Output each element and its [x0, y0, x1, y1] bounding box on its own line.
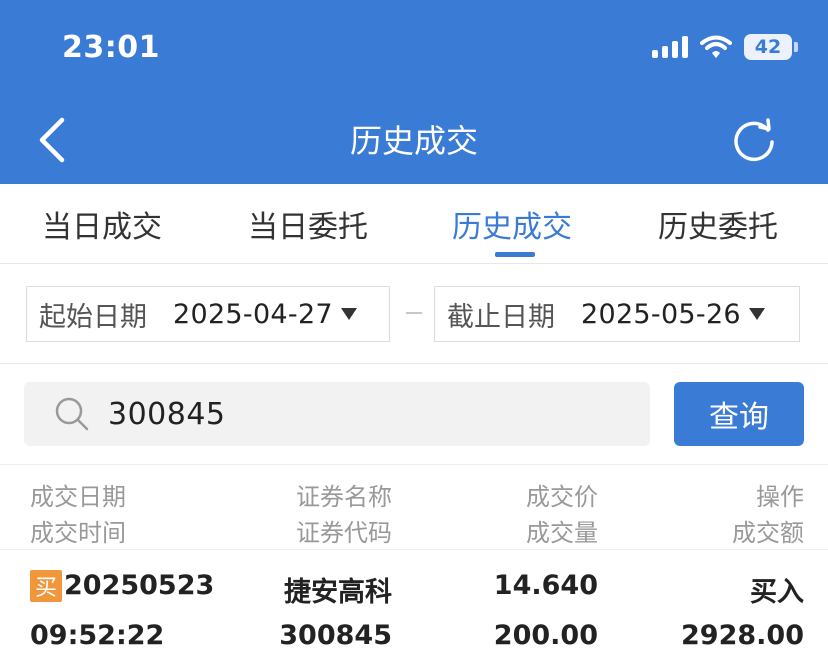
tab-history-trades[interactable]: 历史成交 [452, 202, 572, 246]
end-date-picker[interactable]: 截止日期 2025-05-26 [434, 286, 800, 342]
search-icon [55, 397, 89, 431]
start-date-picker[interactable]: 起始日期 2025-04-27 [26, 286, 390, 342]
start-date-value: 2025-04-27 [173, 298, 333, 330]
trade-price: 14.640 [493, 570, 598, 601]
table-row[interactable]: 20250523 09:52:22 捷安高科 300845 14.640 200… [0, 550, 828, 669]
security-code: 300845 [279, 620, 392, 651]
search-input[interactable]: 300845 [24, 382, 650, 446]
header-trade-price: 成交价 [526, 483, 598, 511]
buy-badge: 买 [30, 570, 62, 602]
status-time: 23:01 [62, 30, 160, 65]
header-trade-time: 成交时间 [30, 519, 126, 547]
trade-action: 买入 [750, 577, 804, 608]
trade-date: 20250523 [64, 570, 215, 601]
table-header: 成交日期 成交时间 证券名称 证券代码 成交价 成交量 操作 成交额 [0, 464, 828, 550]
cellular-signal-icon [652, 36, 688, 58]
tab-today-trades[interactable]: 当日成交 [42, 202, 162, 246]
end-date-value: 2025-05-26 [581, 298, 741, 330]
date-range-separator [406, 312, 422, 314]
app-header: 23:01 42 历史成交 [0, 0, 828, 184]
battery-icon: 42 [744, 34, 798, 60]
start-date-label: 起始日期 [39, 301, 147, 333]
end-date-label: 截止日期 [447, 301, 555, 333]
header-trade-amount: 成交额 [732, 519, 804, 547]
header-security-name: 证券名称 [296, 483, 392, 511]
dropdown-caret-icon [748, 308, 765, 320]
dropdown-caret-icon [340, 308, 357, 320]
status-icons: 42 [652, 34, 798, 60]
refresh-button[interactable] [730, 116, 778, 164]
header-security-code: 证券代码 [296, 519, 392, 547]
tab-history-orders[interactable]: 历史委托 [658, 202, 778, 246]
page-title: 历史成交 [349, 122, 478, 160]
header-operation: 操作 [756, 483, 804, 511]
header-trade-volume: 成交量 [526, 519, 598, 547]
trade-amount: 2928.00 [681, 620, 804, 651]
tab-today-orders[interactable]: 当日委托 [248, 202, 368, 246]
query-button[interactable]: 查询 [674, 382, 804, 446]
trade-volume: 200.00 [493, 620, 598, 651]
header-trade-date: 成交日期 [30, 483, 126, 511]
wifi-icon [700, 35, 732, 58]
tab-bar: 当日成交 当日委托 历史成交 历史委托 [0, 184, 828, 264]
trade-time: 09:52:22 [30, 620, 165, 651]
search-value: 300845 [108, 396, 226, 432]
refresh-icon [734, 118, 774, 162]
date-filter: 起始日期 2025-04-27 截止日期 2025-05-26 [0, 264, 828, 364]
security-name: 捷安高科 [284, 577, 392, 608]
active-tab-indicator [495, 252, 535, 257]
